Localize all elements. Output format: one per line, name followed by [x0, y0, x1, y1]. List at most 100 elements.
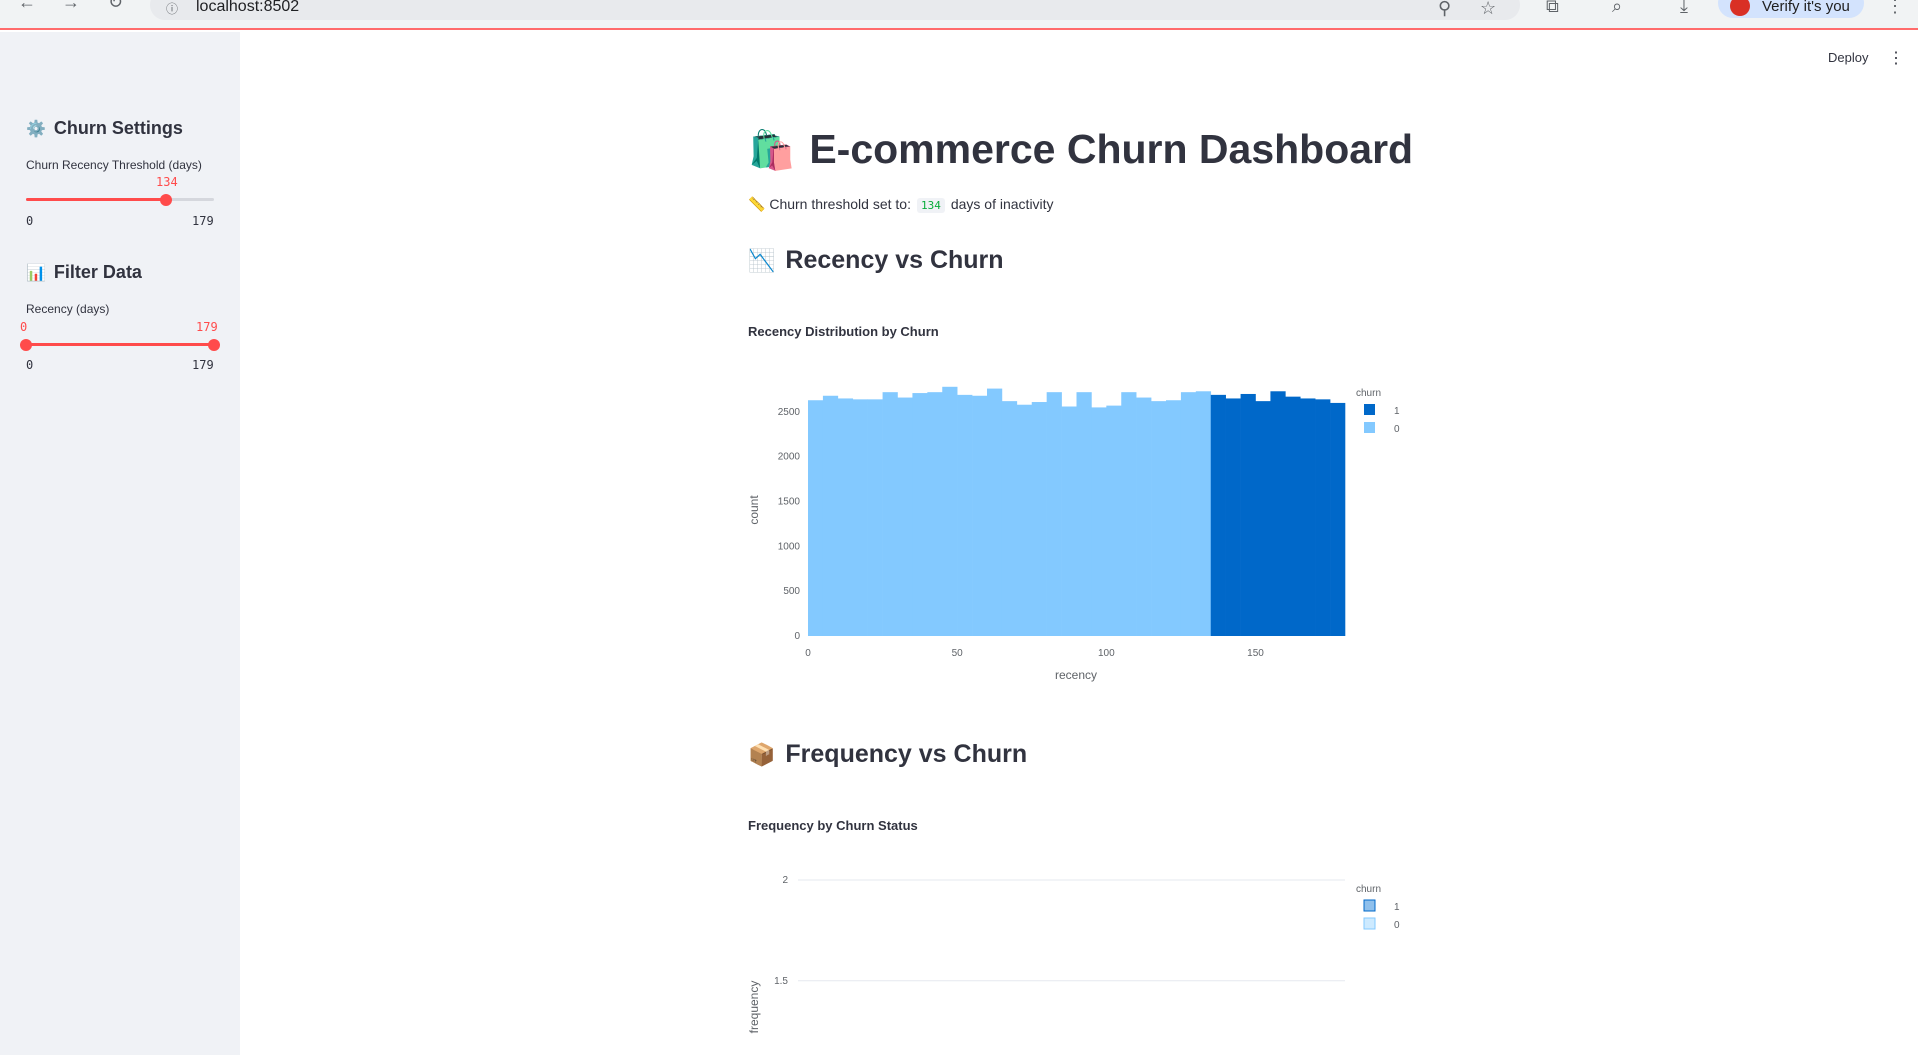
recency-slider-max: 179: [192, 358, 214, 372]
recency-slider-track[interactable]: [26, 343, 214, 346]
recency-y-tick: 0: [794, 631, 800, 642]
histogram-bar-churn-0: [808, 400, 824, 636]
chart-decreasing-icon: 📉: [748, 248, 776, 273]
recency-heading: 📉 Recency vs Churn: [748, 246, 1004, 274]
histogram-bar-churn-1: [1255, 401, 1271, 636]
recency-x-tick: 100: [1098, 648, 1115, 659]
recency-legend-label-1: 1: [1394, 406, 1400, 417]
threshold-slider-label: Churn Recency Threshold (days): [26, 158, 202, 172]
filter-data-heading: 📊 Filter Data: [26, 262, 142, 282]
recency-y-tick: 500: [783, 586, 800, 597]
download-icon[interactable]: ⤓: [1680, 0, 1688, 17]
package-icon: 📦: [748, 742, 776, 767]
histogram-bar-churn-0: [1031, 402, 1047, 636]
ruler-icon: 📏: [748, 196, 766, 212]
address-bar[interactable]: ⓘ localhost:8502 ⚲ ☆: [150, 0, 1520, 20]
threshold-slider-min: 0: [26, 214, 34, 228]
browser-menu-icon[interactable]: ⋮: [1886, 0, 1904, 17]
histogram-bar-churn-0: [1180, 392, 1197, 636]
histogram-bar-churn-1: [1300, 398, 1316, 636]
frequency-legend-swatch-0: [1363, 917, 1376, 930]
histogram-bar-churn-0: [837, 398, 854, 636]
frequency-chart[interactable]: 11.52 frequency churn 1 0: [740, 862, 1420, 1055]
zoom-icon[interactable]: ⚲: [1438, 0, 1451, 19]
histogram-bar-churn-0: [942, 386, 958, 636]
histogram-bar-churn-0: [972, 395, 988, 636]
histogram-bar-churn-0: [987, 388, 1003, 636]
histogram-bar-churn-0: [927, 392, 943, 636]
histogram-bar-churn-0: [1166, 400, 1182, 636]
recency-x-axis-label: recency: [1055, 668, 1097, 682]
histogram-bar-churn-1: [1330, 402, 1346, 636]
threshold-slider-thumb[interactable]: [160, 194, 172, 206]
forward-icon[interactable]: →: [62, 0, 80, 13]
recency-slider-label: Recency (days): [26, 302, 110, 316]
churn-settings-heading: ⚙️ Churn Settings: [26, 118, 183, 138]
histogram-bar-churn-0: [882, 392, 898, 636]
recency-slider-low-thumb[interactable]: [20, 339, 32, 351]
site-info-icon[interactable]: ⓘ: [166, 0, 178, 17]
recency-y-tick: 2500: [778, 407, 801, 418]
recency-slider-low-value: 0: [20, 320, 28, 334]
recency-legend-swatch-0: [1364, 422, 1375, 433]
recency-y-tick: 1000: [778, 541, 801, 552]
frequency-y-tick: 1.5: [774, 976, 788, 987]
histogram-bar-churn-0: [957, 394, 973, 636]
histogram-bar-churn-0: [822, 395, 839, 636]
histogram-bar-churn-1: [1210, 394, 1226, 636]
frequency-legend-label-1: 1: [1394, 902, 1400, 913]
histogram-bar-churn-1: [1225, 398, 1241, 636]
histogram-bar-churn-1: [1270, 391, 1286, 636]
histogram-bar-churn-0: [1106, 405, 1122, 636]
profile-button[interactable]: Verify it's you: [1718, 0, 1864, 18]
profile-label: Verify it's you: [1762, 0, 1850, 15]
recency-x-tick: 150: [1247, 648, 1264, 659]
histogram-bar-churn-0: [867, 399, 883, 636]
main-menu-icon[interactable]: ⋮: [1888, 48, 1904, 68]
sidebar: ⚙️ Churn Settings Churn Recency Threshold…: [0, 32, 240, 1055]
recency-chart[interactable]: 0 500 1000 1500 2000 2500 0 50 100 150 recency c…: [740, 370, 1420, 690]
threshold-slider-max: 179: [192, 214, 214, 228]
frequency-y-tick: 2: [782, 875, 788, 886]
histogram-bar-churn-0: [1016, 404, 1033, 636]
histogram-bar-churn-0: [852, 399, 868, 636]
recency-legend-swatch-1: [1364, 404, 1375, 415]
histogram-bar-churn-0: [1091, 407, 1107, 636]
threshold-slider-fill: [26, 198, 166, 201]
histogram-bar-churn-1: [1240, 393, 1256, 636]
browser-toolbar: ← → ↻ ⓘ localhost:8502 ⚲ ☆ ⧉ ⌕ ⤓ Verify …: [0, 0, 1918, 30]
recency-slider-high-thumb[interactable]: [208, 339, 220, 351]
histogram-bar-churn-0: [1136, 397, 1152, 636]
recency-legend-title: churn: [1356, 388, 1381, 399]
threshold-code: 134: [916, 198, 945, 213]
histogram-bar-churn-0: [1001, 401, 1018, 636]
deploy-button[interactable]: Deploy: [1828, 50, 1868, 65]
recency-legend-label-0: 0: [1394, 424, 1400, 435]
histogram-bar-churn-0: [1061, 406, 1077, 636]
back-icon[interactable]: ←: [18, 0, 36, 13]
recency-x-tick: 50: [952, 648, 964, 659]
recency-y-tick: 1500: [778, 497, 801, 508]
star-icon[interactable]: ☆: [1480, 0, 1496, 19]
histogram-bar-churn-0: [1076, 392, 1092, 636]
frequency-legend-title: churn: [1356, 884, 1381, 895]
histogram-bar-churn-1: [1315, 399, 1331, 636]
frequency-y-axis-label: frequency: [747, 981, 761, 1034]
histogram-bar-churn-1: [1285, 396, 1301, 636]
page-title: 🛍️ E-commerce Churn Dashboard: [748, 126, 1414, 172]
threshold-info: 📏 Churn threshold set to: 134 days of inac…: [748, 196, 1054, 213]
recency-slider-high-value: 179: [196, 320, 218, 334]
frequency-legend-swatch-1: [1363, 899, 1376, 912]
reload-icon[interactable]: ↻: [108, 0, 123, 13]
gear-icon: ⚙️: [26, 121, 46, 138]
frequency-chart-title: Frequency by Churn Status: [748, 818, 918, 833]
histogram-bar-churn-0: [1121, 392, 1137, 636]
histogram-bar-churn-0: [1046, 392, 1062, 636]
extensions-icon[interactable]: ⧉: [1546, 0, 1559, 17]
threshold-slider-value: 134: [156, 175, 178, 189]
frequency-heading: 📦 Frequency vs Churn: [748, 740, 1028, 768]
url-text: localhost:8502: [196, 0, 300, 15]
lens-icon[interactable]: ⌕: [1612, 0, 1622, 17]
shopping-bags-icon: 🛍️: [748, 130, 796, 172]
bar-chart-icon: 📊: [26, 265, 46, 282]
